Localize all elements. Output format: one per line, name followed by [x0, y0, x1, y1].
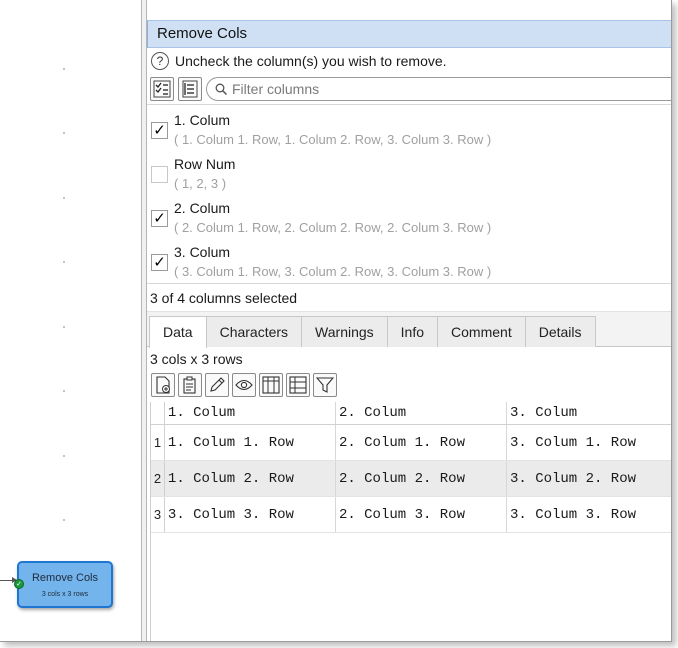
row-number: 1: [151, 425, 165, 460]
tab-info[interactable]: Info: [386, 316, 439, 347]
check-icon: ✓: [14, 579, 24, 589]
node-title: Remove Cols: [31, 572, 99, 584]
grid-dot: [63, 197, 65, 199]
edit-button[interactable]: [205, 372, 229, 397]
table-cell[interactable]: 2. Colum 2. Row: [336, 461, 507, 496]
filter-icon: [316, 376, 334, 393]
tab-details[interactable]: Details: [524, 316, 596, 347]
data-summary: 3 cols x 3 rows: [150, 351, 243, 367]
grid-dot: [63, 455, 65, 457]
hint-text: Uncheck the column(s) you wish to remove…: [175, 53, 447, 69]
grid-dot: [63, 519, 65, 521]
grid-dot: [63, 68, 65, 70]
column-name: 1. Colum: [174, 112, 231, 128]
remove-cols-node[interactable]: ✓ Remove Cols 3 cols x 3 rows: [14, 561, 113, 608]
column-header[interactable]: 2. Colum: [336, 402, 507, 424]
paste-button[interactable]: [178, 372, 202, 397]
column-values: ( 1. Colum 1. Row, 1. Colum 2. Row, 3. C…: [174, 132, 492, 147]
rows-button[interactable]: [286, 372, 310, 397]
grid-dot: [63, 261, 65, 263]
filter-box[interactable]: [206, 77, 671, 101]
filter-row: [147, 74, 671, 104]
tab-warnings[interactable]: Warnings: [301, 316, 388, 347]
table-cell[interactable]: 3. Colum 2. Row: [507, 461, 671, 496]
table-cell[interactable]: 1. Colum 2. Row: [165, 461, 336, 496]
panel-title: Remove Cols: [147, 20, 671, 48]
app-window: ✓ Remove Cols 3 cols x 3 rows Remove Col…: [0, 0, 672, 642]
column-name: Row Num: [174, 156, 236, 172]
checklist-icon: [153, 80, 171, 98]
columns-icon: [262, 375, 280, 394]
tab-characters[interactable]: Characters: [205, 316, 303, 347]
column-checkbox[interactable]: ✓: [151, 254, 168, 271]
table-row[interactable]: 1 1. Colum 1. Row 2. Colum 1. Row 3. Col…: [151, 425, 671, 461]
select-all-button[interactable]: [150, 77, 174, 101]
grid-dot: [63, 390, 65, 392]
table-cell[interactable]: 3. Colum 3. Row: [507, 497, 671, 532]
table-cell[interactable]: 2. Colum 1. Row: [336, 425, 507, 460]
hint-row: ? Uncheck the column(s) you wish to remo…: [147, 48, 671, 74]
column-values: ( 3. Colum 1. Row, 3. Colum 2. Row, 3. C…: [174, 264, 492, 279]
tab-comment[interactable]: Comment: [437, 316, 526, 347]
row-number-header: [151, 402, 165, 424]
workflow-canvas[interactable]: ✓ Remove Cols 3 cols x 3 rows: [0, 0, 141, 641]
row-number: 3: [151, 497, 165, 532]
view-button[interactable]: [232, 372, 256, 397]
new-file-button[interactable]: [151, 372, 175, 397]
paste-icon: [183, 376, 196, 394]
column-name: 2. Colum: [174, 200, 231, 216]
list-icon: [182, 80, 198, 98]
row-number: 2: [151, 461, 165, 496]
table-cell[interactable]: 2. Colum 3. Row: [336, 497, 507, 532]
table-row[interactable]: 3 3. Colum 3. Row 2. Colum 3. Row 3. Col…: [151, 497, 671, 533]
data-table: 1. Colum 2. Colum 3. Colum 1 1. Colum 1.…: [150, 402, 671, 641]
filter-button[interactable]: [313, 372, 337, 397]
column-checkbox[interactable]: ✓: [151, 122, 168, 139]
table-header-row: 1. Colum 2. Colum 3. Colum: [151, 402, 671, 425]
column-item[interactable]: ✓ 2. Colum ( 2. Colum 1. Row, 2. Colum 2…: [147, 198, 671, 242]
tab-data[interactable]: Data: [149, 316, 207, 348]
edit-icon: [210, 376, 225, 392]
filter-input[interactable]: [232, 81, 612, 97]
column-checkbox[interactable]: [151, 166, 168, 183]
help-icon[interactable]: ?: [151, 52, 169, 70]
column-item[interactable]: Row Num ( 1, 2, 3 ): [147, 154, 671, 198]
table-cell[interactable]: 3. Colum 3. Row: [165, 497, 336, 532]
table-row[interactable]: 2 1. Colum 2. Row 2. Colum 2. Row 3. Col…: [151, 461, 671, 497]
node-subtitle: 3 cols x 3 rows: [41, 591, 89, 598]
column-values: ( 2. Colum 1. Row, 2. Colum 2. Row, 2. C…: [174, 220, 492, 235]
table-cell[interactable]: 3. Colum 1. Row: [507, 425, 671, 460]
column-checkbox[interactable]: ✓: [151, 210, 168, 227]
select-none-button[interactable]: [178, 77, 202, 101]
column-list: ✓ 1. Colum ( 1. Colum 1. Row, 1. Colum 2…: [147, 104, 671, 286]
column-item[interactable]: ✓ 1. Colum ( 1. Colum 1. Row, 1. Colum 2…: [147, 110, 671, 154]
column-header[interactable]: 1. Colum: [165, 402, 336, 424]
column-values: ( 1, 2, 3 ): [174, 176, 227, 191]
column-item[interactable]: ✓ 3. Colum ( 3. Colum 1. Row, 3. Colum 2…: [147, 242, 671, 286]
columns-button[interactable]: [259, 372, 283, 397]
tab-bar: Data Characters Warnings Info Comment De…: [147, 312, 671, 348]
column-name: 3. Colum: [174, 244, 231, 260]
grid-dot: [63, 132, 65, 134]
selection-count: 3 of 4 columns selected: [147, 284, 671, 312]
rows-icon: [289, 375, 307, 394]
view-icon: [235, 379, 253, 390]
data-toolbar: [147, 371, 671, 398]
column-header[interactable]: 3. Colum: [507, 402, 671, 424]
new-file-icon: [156, 375, 170, 394]
table-cell[interactable]: 1. Colum 1. Row: [165, 425, 336, 460]
grid-dot: [63, 326, 65, 328]
search-icon: [215, 83, 228, 95]
